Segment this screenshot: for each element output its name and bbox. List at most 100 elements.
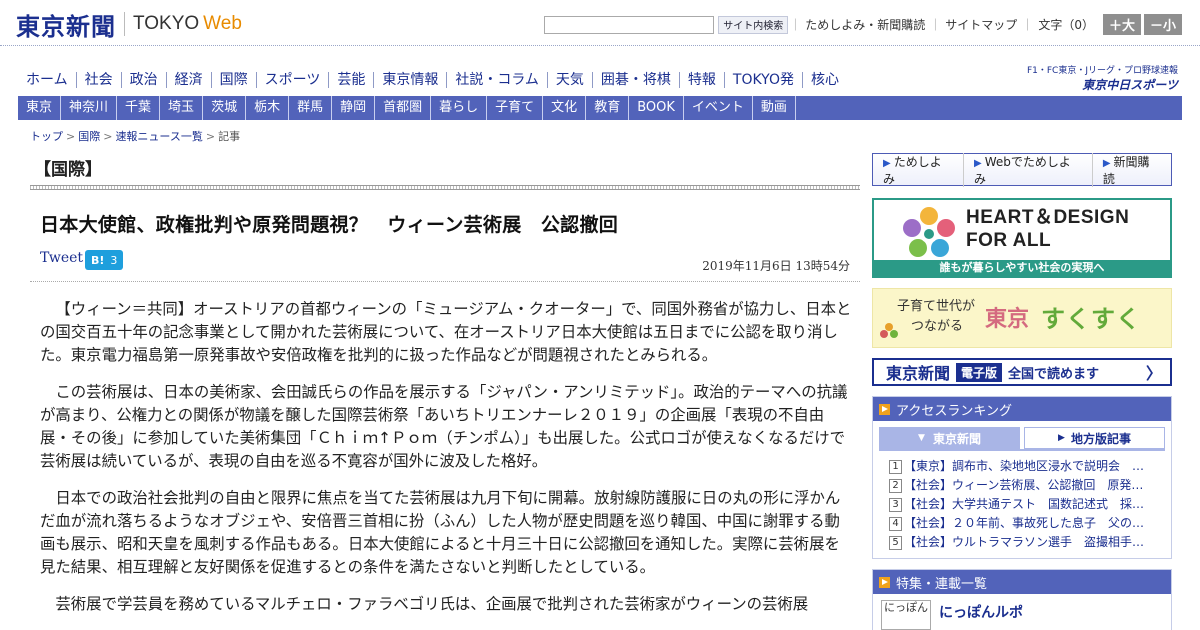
nav-politics[interactable]: 政治 — [122, 72, 167, 88]
site-search-button[interactable]: サイト内検索 — [718, 15, 789, 34]
region-kanagawa[interactable]: 神奈川 — [61, 96, 118, 120]
article-paragraph: 日本での政治社会批判の自由と限界に焦点を当てた芸術展は九月下旬に開幕。放射線防護… — [40, 489, 841, 576]
article-paragraph: この芸術展は、日本の美術家、会田誠氏らの作品を展示する「ジャパン・アンリミテッド… — [40, 383, 848, 470]
region-nav: 東京 神奈川 千葉 埼玉 茨城 栃木 群馬 静岡 首都圏 暮らし 子育て 文化 … — [18, 96, 1182, 120]
ranking-item[interactable]: 1 【東京】調布市、染地地区浸水で説明会 … — [889, 457, 1157, 476]
features-title: 特集・連載一覧 — [896, 576, 988, 592]
chunichi-sports-logo[interactable]: F1・FC東京・Jリーグ・プロ野球速報 東京中日スポーツ — [1018, 63, 1178, 93]
nav-tokuho[interactable]: 特報 — [680, 72, 725, 88]
ranking-item-text: 【東京】調布市、染地地区浸水で説明会 … — [904, 459, 1145, 473]
hatena-bookmark-button[interactable]: B! 3 — [85, 250, 124, 270]
nav-event[interactable]: イベント — [684, 96, 753, 120]
site-logo[interactable]: 東京新聞 TOKYO Web — [16, 9, 242, 41]
web-trial-link[interactable]: ▶ Webでためしよみ — [964, 152, 1093, 187]
web-trial-label: Webでためしよみ — [974, 154, 1071, 186]
ranking-item-text: 【社会】ウルトラマラソン選手 盗撮相手… — [904, 535, 1145, 549]
font-smaller-button[interactable]: －小 — [1143, 14, 1182, 35]
tab-tokyo-shimbun-label: 東京新聞 — [932, 431, 981, 446]
heart-design-title-line2: FOR ALL — [966, 230, 1052, 251]
nav-book[interactable]: BOOK — [629, 96, 684, 120]
nav-economy[interactable]: 経済 — [167, 72, 212, 88]
font-larger-button[interactable]: ＋大 — [1102, 14, 1141, 35]
nav-kakushin[interactable]: 核心 — [803, 72, 847, 88]
sitemap-link[interactable]: サイトマップ — [945, 16, 1017, 33]
ranking-number: 5 — [889, 535, 902, 550]
breadcrumb-separator: > — [103, 130, 113, 143]
nav-parenting[interactable]: 子育て — [487, 96, 544, 120]
nav-tokyo-hatsu[interactable]: TOKYO発 — [725, 72, 803, 88]
heart-design-caption: 誰もが暮らしやすい社会の実現へ — [874, 260, 1170, 276]
header-tools: サイト内検索 ｜ ためしよみ・新聞購読 ｜ サイトマップ ｜ 文字（0） ＋大 … — [544, 14, 1182, 35]
ranking-number: 1 — [889, 459, 902, 474]
nav-living[interactable]: 暮らし — [431, 96, 488, 120]
trial-subscribe-link[interactable]: ためしよみ・新聞購読 — [805, 16, 925, 33]
region-gunma[interactable]: 群馬 — [289, 96, 333, 120]
tab-local-articles[interactable]: ▶ 地方版記事 — [1024, 427, 1165, 449]
triangle-right-icon: ▶ — [974, 157, 982, 169]
flower-logo-icon — [903, 207, 955, 257]
digital-edition-tag: 電子版 — [956, 362, 1003, 382]
triangle-right-icon: ▶ — [1058, 433, 1065, 443]
nav-sports[interactable]: スポーツ — [257, 72, 330, 88]
ranking-item-text: 【社会】２０年前、事故死した息子 父の… — [904, 516, 1145, 530]
region-shutoken[interactable]: 首都圏 — [375, 96, 432, 120]
main-nav: ホーム 社会 政治 経済 国際 スポーツ 芸能 東京情報 社説・コラム 天気 囲… — [18, 68, 847, 92]
play-square-icon — [879, 576, 890, 588]
sukusuku-title: すくすく — [1041, 305, 1141, 333]
ranking-item-text: 【社会】大学共通テスト 国数記述式 採… — [904, 497, 1145, 511]
tokyo-sukusuku-banner[interactable]: 子育て世代が つながる 東京 すくすく — [872, 288, 1172, 348]
section-title: 【国際】 — [34, 160, 102, 180]
ranking-item[interactable]: 5 【社会】ウルトラマラソン選手 盗撮相手… — [889, 533, 1157, 552]
nav-video[interactable]: 動画 — [753, 96, 796, 120]
nav-editorial[interactable]: 社説・コラム — [447, 72, 548, 88]
region-tokyo[interactable]: 東京 — [18, 96, 62, 120]
tab-tokyo-shimbun[interactable]: ▼ 東京新聞 — [879, 427, 1020, 449]
nav-home[interactable]: ホーム — [18, 72, 77, 88]
triangle-down-icon: ▼ — [918, 433, 925, 443]
ranking-number: 3 — [889, 497, 902, 512]
nav-tokyo-info[interactable]: 東京情報 — [374, 72, 448, 88]
right-sidebar: ▶ ためしよみ ▶ Webでためしよみ ▶ 新聞購読 HEART＆DESIGN FOR… — [872, 152, 1172, 630]
subscribe-link[interactable]: ▶ 新聞購読 — [1093, 153, 1171, 187]
trial-read-link[interactable]: ▶ ためしよみ — [873, 152, 965, 187]
nav-society[interactable]: 社会 — [77, 72, 122, 88]
nav-international[interactable]: 国際 — [212, 72, 257, 88]
region-tochigi[interactable]: 栃木 — [246, 96, 290, 120]
nav-weather[interactable]: 天気 — [548, 72, 593, 88]
region-chiba[interactable]: 千葉 — [117, 96, 161, 120]
digital-edition-banner[interactable]: 東京新聞 電子版 全国で読めます 〉 — [872, 358, 1172, 386]
article-paragraph: 【ウィーン＝共同】オーストリアの首都ウィーンの「ミュージアム・クオーター」で、同… — [40, 300, 852, 364]
region-shizuoka[interactable]: 静岡 — [332, 96, 376, 120]
triangle-right-icon: ▶ — [883, 157, 891, 169]
breadcrumb-current: 記事 — [218, 130, 241, 143]
nav-entertainment[interactable]: 芸能 — [329, 72, 375, 88]
region-ibaraki[interactable]: 茨城 — [203, 96, 247, 120]
chunichi-sports-tagline: F1・FC東京・Jリーグ・プロ野球速報 — [1026, 66, 1178, 76]
heart-design-banner[interactable]: HEART＆DESIGN FOR ALL 誰もが暮らしやすい社会の実現へ — [872, 198, 1172, 278]
title-divider — [30, 185, 860, 190]
ranking-list: 1 【東京】調布市、染地地区浸水で説明会 … 2 【社会】ウィーン芸術展、公認撤回 … — [879, 449, 1165, 558]
nav-education[interactable]: 教育 — [586, 96, 630, 120]
breadcrumb-top[interactable]: トップ — [30, 130, 63, 143]
logo-separator — [124, 12, 125, 36]
breadcrumb-international[interactable]: 国際 — [78, 130, 100, 143]
tweet-button[interactable]: Tweet — [40, 250, 83, 266]
ranking-item-text: 【社会】ウィーン芸術展、公認撤回 原発… — [904, 478, 1144, 492]
ranking-item[interactable]: 3 【社会】大学共通テスト 国数記述式 採… — [889, 495, 1157, 514]
feature-item-nippon-rupo[interactable]: にっぽん にっぽんルポ — [873, 594, 1171, 630]
sukusuku-tagline-line1: 子育て世代が — [897, 299, 976, 314]
nav-culture[interactable]: 文化 — [543, 96, 587, 120]
play-square-icon — [879, 403, 890, 415]
ranking-item[interactable]: 4 【社会】２０年前、事故死した息子 父の… — [889, 514, 1157, 533]
tab-local-articles-label: 地方版記事 — [1070, 431, 1131, 446]
ranking-number: 4 — [889, 516, 902, 531]
nav-go-shogi[interactable]: 囲碁・将棋 — [593, 72, 680, 88]
breadcrumb-separator: > — [205, 130, 216, 143]
region-saitama[interactable]: 埼玉 — [160, 96, 204, 120]
breadcrumb-news-list[interactable]: 速報ニュース一覧 — [115, 130, 202, 143]
breadcrumb-separator: > — [66, 130, 76, 143]
date-divider — [30, 281, 860, 282]
flower-icon — [880, 323, 898, 338]
site-search-input[interactable] — [544, 15, 715, 34]
ranking-item[interactable]: 2 【社会】ウィーン芸術展、公認撤回 原発… — [889, 476, 1157, 495]
